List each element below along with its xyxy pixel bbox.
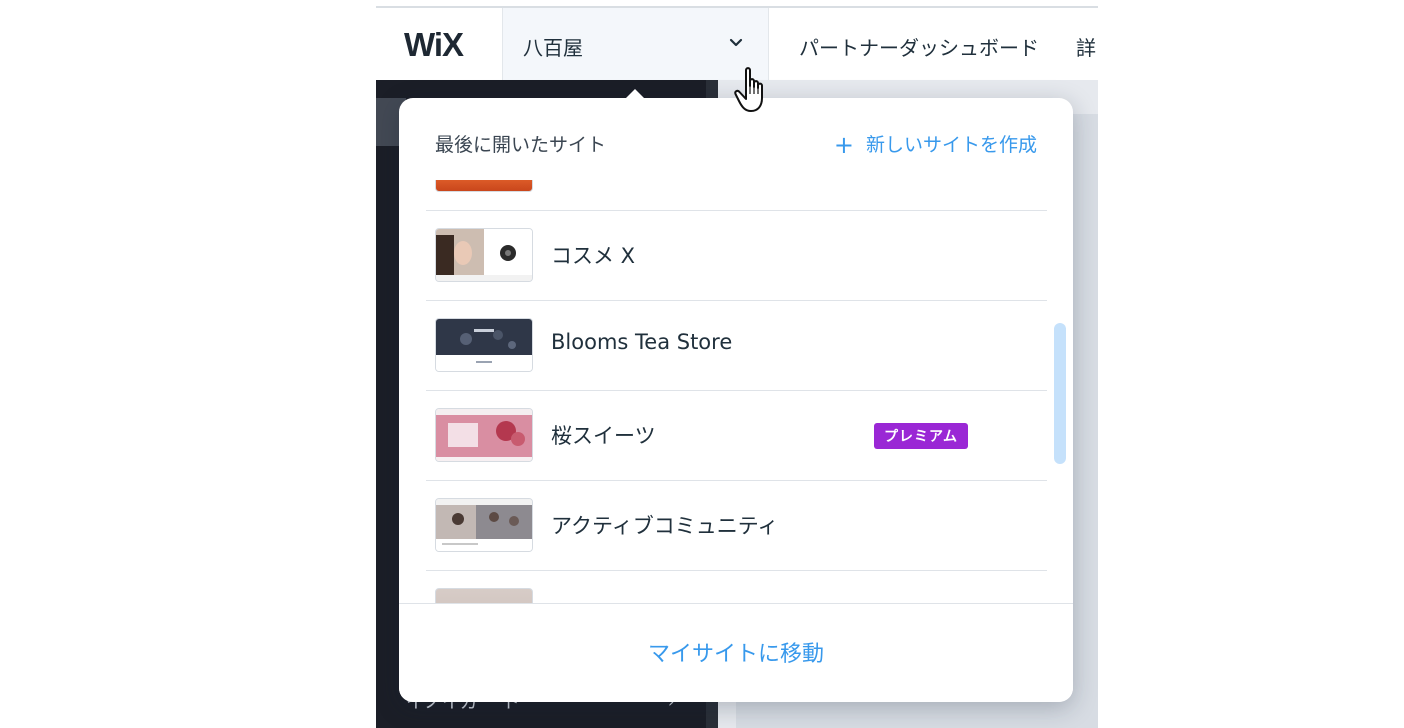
create-new-site-button[interactable]: + 新しいサイトを作成 <box>834 130 1037 159</box>
site-row[interactable]: コスメ X <box>426 210 1047 301</box>
go-to-my-sites-link[interactable]: マイサイトに移動 <box>399 636 1073 668</box>
site-thumbnail <box>435 180 533 192</box>
site-thumbnail <box>435 588 533 604</box>
dropdown-caret <box>625 89 645 99</box>
site-thumbnail <box>435 498 533 552</box>
site-row[interactable]: アクティブコミュニティ <box>426 480 1047 571</box>
dropdown-footer: マイサイトに移動 <box>399 603 1073 702</box>
site-thumbnail <box>435 228 533 282</box>
site-name: Blooms Tea Store <box>551 330 733 354</box>
site-selector[interactable]: 八百屋 <box>503 8 769 80</box>
dropdown-scrollbar[interactable] <box>1054 323 1066 464</box>
site-name: 桜スイーツ <box>551 424 656 448</box>
site-name: アクティブコミュニティ <box>551 514 779 538</box>
recent-sites-title: 最後に開いたサイト <box>435 134 607 156</box>
site-switcher-dropdown: 最後に開いたサイト + 新しいサイトを作成 コスメ X Blooms Tea S… <box>399 98 1073 702</box>
create-new-site-label: 新しいサイトを作成 <box>865 134 1037 156</box>
site-thumbnail <box>435 318 533 372</box>
site-row[interactable] <box>426 180 1047 211</box>
site-row[interactable]: 桜スイーツ プレミアム <box>426 390 1047 481</box>
recent-sites-list[interactable]: コスメ X Blooms Tea Store 桜スイーツ プレミアム アクティブ… <box>426 180 1047 604</box>
current-site-name: 八百屋 <box>523 36 583 60</box>
premium-badge: プレミアム <box>874 423 969 449</box>
site-thumbnail <box>435 408 533 462</box>
site-name: コスメ X <box>551 244 636 268</box>
partner-dashboard-link[interactable]: パートナーダッシュボード <box>799 32 1039 61</box>
more-link[interactable]: 詳 <box>1076 32 1096 61</box>
chevron-down-icon <box>729 38 743 47</box>
site-row[interactable]: Blooms Tea Store <box>426 300 1047 391</box>
hand-pointer-icon <box>734 67 763 112</box>
site-row[interactable] <box>426 570 1047 604</box>
wix-logo[interactable]: WiX <box>404 26 464 64</box>
plus-icon: + <box>833 131 854 159</box>
